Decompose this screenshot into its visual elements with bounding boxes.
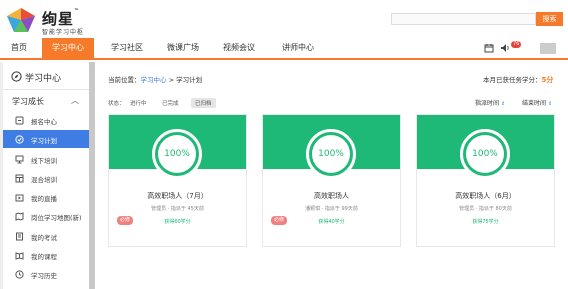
progress-ring: 100% <box>152 129 202 179</box>
filter-archived[interactable]: 已归档 <box>191 98 216 108</box>
card-title[interactable]: 高效职场人（6月） <box>417 191 554 201</box>
progress-value: 100% <box>466 135 504 173</box>
brand-logo-icon[interactable] <box>4 6 38 34</box>
plan-card[interactable]: 100% 高效职场人（6月） 管理员 · 指派于 80天前 获得75学分 <box>416 114 555 247</box>
mixed-training-icon <box>15 174 24 183</box>
brand-name: 绚星™ <box>42 8 81 28</box>
offline-training-icon <box>15 155 24 164</box>
card-points: 获得60学分 <box>164 219 191 225</box>
sidebar-item-offline-training[interactable]: 线下培训 <box>3 150 91 168</box>
filter-in-progress[interactable]: 进行中 <box>130 99 147 107</box>
card-points: 获得40学分 <box>318 219 345 225</box>
card-title[interactable]: 高效职场人 <box>263 191 400 201</box>
app-root: 绚星™ 智能学习中枢 搜索 首页 学习中心 学习社区 微课广场 视频会议 讲师中… <box>0 0 568 289</box>
avatar[interactable] <box>540 43 556 54</box>
history-icon <box>15 270 24 279</box>
signup-icon <box>15 116 24 125</box>
nav-video-meeting[interactable]: 视频会议 <box>216 38 262 58</box>
sidebar-item-course[interactable]: 我的课程 <box>3 246 91 264</box>
speaker-icon[interactable] <box>500 43 510 53</box>
breadcrumb: 当前位置：学习中心 > 学习计划 <box>108 76 203 84</box>
nav-community[interactable]: 学习社区 <box>104 38 150 58</box>
score-value: 5分 <box>541 76 554 84</box>
nav-home[interactable]: 首页 <box>4 38 34 58</box>
nav-micro-course[interactable]: 微课广场 <box>160 38 206 58</box>
chevron-up-icon[interactable]: ︿ <box>71 95 79 106</box>
sidebar-section-title[interactable]: 学习成长 <box>12 96 44 107</box>
sidebar-item-live[interactable]: 我的直播 <box>3 188 91 206</box>
sidebar: 学习中心 学习成长 ︿ 报名中心 学习计划 线下培训 混合培训 我的直播 岗位学… <box>3 62 91 289</box>
brand-subtitle: 智能学习中枢 <box>42 29 85 36</box>
main-nav: 首页 学习中心 学习社区 微课广场 视频会议 讲师中心 76 <box>0 38 568 60</box>
status-label: 状态： <box>108 101 125 107</box>
search-input[interactable] <box>391 13 536 25</box>
monthly-score: 本月已获任务学分：5分 <box>483 76 554 84</box>
course-icon <box>15 252 24 260</box>
sidebar-item-mixed-training[interactable]: 混合培训 <box>3 169 91 187</box>
card-title[interactable]: 高效职场人（7月） <box>109 191 246 201</box>
sidebar-item-exam[interactable]: 我的考试 <box>3 227 91 245</box>
live-icon <box>15 194 24 202</box>
sort-end-time[interactable]: 结束时间 ⇕ <box>522 98 552 107</box>
card-points: 获得75学分 <box>472 219 499 225</box>
search-button[interactable]: 搜索 <box>536 12 563 26</box>
plan-card[interactable]: 100% 高效职场人（7月） 管理员 · 指派于 45天前 必修 获得60学分 <box>108 114 247 247</box>
progress-ring: 100% <box>306 129 356 179</box>
breadcrumb-link[interactable]: 学习中心 <box>141 76 167 84</box>
sidebar-item-signup[interactable]: 报名中心 <box>3 111 91 129</box>
nav-learning-center[interactable]: 学习中心 <box>42 38 94 58</box>
notification-badge: 76 <box>511 41 522 48</box>
progress-ring: 100% <box>460 129 510 179</box>
calendar-icon[interactable] <box>484 43 494 53</box>
sidebar-scrollbar[interactable] <box>89 62 95 289</box>
plan-icon <box>15 135 24 144</box>
compass-icon <box>11 71 22 82</box>
sidebar-divider <box>3 89 91 90</box>
sort-arrows-icon: ⇕ <box>547 101 553 107</box>
sort-arrows-icon: ⇕ <box>500 101 506 107</box>
progress-value: 100% <box>312 135 350 173</box>
plan-card[interactable]: 100% 高效职场人 潘颖琪 · 指派于 99天前 必修 获得40学分 <box>262 114 401 247</box>
card-meta: 管理员 · 指派于 80天前 <box>459 206 512 212</box>
nav-lecturer-center[interactable]: 讲师中心 <box>275 38 321 58</box>
map-icon <box>15 212 24 221</box>
card-meta: 潘颖琪 · 指派于 99天前 <box>305 206 358 212</box>
sidebar-item-plan[interactable]: 学习计划 <box>3 130 91 148</box>
breadcrumb-current: 学习计划 <box>176 76 203 84</box>
card-meta: 管理员 · 指派于 45天前 <box>151 206 204 212</box>
filter-completed[interactable]: 已完成 <box>162 99 179 107</box>
top-header: 绚星™ 智能学习中枢 搜索 <box>0 0 568 38</box>
sidebar-item-map[interactable]: 岗位学习地图(新) <box>3 207 91 225</box>
exam-icon <box>16 232 23 241</box>
progress-value: 100% <box>158 135 196 173</box>
sidebar-item-history[interactable]: 学习历史 <box>3 265 91 283</box>
main-content: 当前位置：学习中心 > 学习计划 本月已获任务学分：5分 状态： 进行中 已完成… <box>97 62 568 289</box>
sidebar-title: 学习中心 <box>3 70 91 84</box>
sort-assign-time[interactable]: 指派时间 ⇕ <box>475 98 505 107</box>
